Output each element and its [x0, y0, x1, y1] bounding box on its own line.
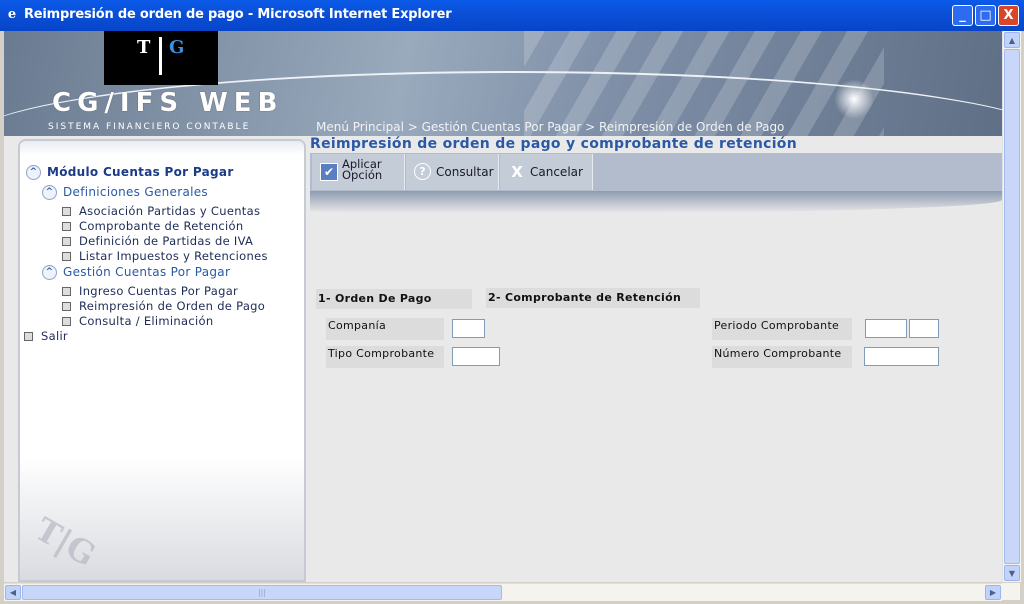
consult-button[interactable]: ? Consultar	[406, 154, 499, 190]
collapse-icon[interactable]: ^	[42, 265, 57, 280]
window-titlebar[interactable]: e Reimpresión de orden de pago - Microso…	[0, 0, 1024, 31]
brand-subtitle: SISTEMA FINANCIERO CONTABLE	[48, 122, 251, 132]
ie-icon: e	[7, 7, 17, 22]
sidebar-menu: ^ Módulo Cuentas Por Pagar ^ Definiciones …	[18, 139, 306, 582]
compania-input[interactable]	[452, 319, 485, 338]
tg-watermark-logo: T|G	[28, 509, 103, 575]
sidebar-section-gestion[interactable]: ^ Gestión Cuentas Por Pagar	[42, 265, 230, 280]
apply-option-button[interactable]: ✔ Aplicar Opción	[312, 154, 405, 190]
sidebar-item-consulta[interactable]: Consulta / Eliminación	[62, 314, 213, 328]
bullet-icon	[62, 317, 71, 326]
scroll-up-icon[interactable]: ▲	[1004, 32, 1020, 48]
sidebar-item-label: Listar Impuestos y Retenciones	[79, 249, 268, 263]
tipo-comprobante-label: Tipo Comprobante	[326, 346, 444, 368]
bullet-icon	[62, 237, 71, 246]
browser-content: T G CG/IFS WEB SISTEMA FINANCIERO CONTAB…	[4, 31, 1002, 582]
bullet-icon	[62, 207, 71, 216]
bullet-icon	[24, 332, 33, 341]
bullet-icon	[62, 287, 71, 296]
sidebar-module[interactable]: ^ Módulo Cuentas Por Pagar	[26, 165, 234, 180]
sidebar-item-comprobante[interactable]: Comprobante de Retención	[62, 219, 243, 233]
sidebar-item-label: Definición de Partidas de IVA	[79, 234, 254, 248]
logo-letter-g: G	[169, 37, 185, 58]
window-title: Reimpresión de orden de pago - Microsoft…	[24, 7, 452, 22]
sidebar-topbar	[20, 141, 304, 155]
scroll-down-icon[interactable]: ▼	[1004, 565, 1020, 581]
question-icon: ?	[414, 163, 431, 180]
horizontal-scroll-thumb[interactable]: |||	[22, 585, 502, 600]
sidebar-item-asociacion[interactable]: Asociación Partidas y Cuentas	[62, 204, 260, 218]
sidebar-item-label: Salir	[41, 329, 68, 343]
header-banner: T G CG/IFS WEB SISTEMA FINANCIERO CONTAB…	[4, 31, 1002, 136]
cancel-button[interactable]: X Cancelar	[500, 154, 593, 190]
sidebar-item-label: Ingreso Cuentas Por Pagar	[79, 284, 239, 298]
minimize-button[interactable]: _	[952, 5, 973, 26]
maximize-button[interactable]: □	[975, 5, 996, 26]
toolbar: ✔ Aplicar Opción ? Consultar X Cancelar	[310, 153, 1002, 191]
scrollbar-corner	[1002, 583, 1020, 600]
periodo-comprobante-label: Periodo Comprobante	[712, 318, 852, 340]
sidebar-section-label: Definiciones Generales	[63, 185, 208, 199]
bullet-icon	[62, 222, 71, 231]
collapse-icon[interactable]: ^	[26, 165, 41, 180]
sidebar-section-definiciones[interactable]: ^ Definiciones Generales	[42, 185, 208, 200]
sidebar-item-salir[interactable]: Salir	[24, 329, 68, 343]
sidebar-section-label: Gestión Cuentas Por Pagar	[63, 265, 231, 279]
vertical-scroll-thumb[interactable]	[1004, 49, 1020, 564]
sidebar-item-iva[interactable]: Definición de Partidas de IVA	[62, 234, 253, 248]
page-title: Reimpresión de orden de pago y comproban…	[310, 136, 797, 152]
numero-comprobante-input[interactable]	[864, 347, 939, 366]
tg-logo: T G	[104, 31, 218, 85]
tab-comprobante-retencion[interactable]: 2- Comprobante de Retención	[486, 288, 700, 308]
close-button[interactable]: X	[998, 5, 1019, 26]
toolbar-wave	[310, 191, 1002, 213]
horizontal-scrollbar[interactable]: ◀ ||| ▶	[4, 583, 1002, 601]
sidebar-item-label: Asociación Partidas y Cuentas	[79, 204, 261, 218]
sidebar-item-label: Comprobante de Retención	[79, 219, 244, 233]
scroll-left-icon[interactable]: ◀	[5, 585, 21, 600]
scroll-right-icon[interactable]: ▶	[985, 585, 1001, 600]
sidebar-item-label: Reimpresión de Orden de Pago	[79, 299, 266, 313]
breadcrumb: Menú Principal > Gestión Cuentas Por Pag…	[316, 120, 785, 134]
compania-label: Companía	[326, 318, 444, 340]
collapse-icon[interactable]: ^	[42, 185, 57, 200]
bullet-icon	[62, 252, 71, 261]
sidebar-item-ingreso[interactable]: Ingreso Cuentas Por Pagar	[62, 284, 238, 298]
tipo-comprobante-input[interactable]	[452, 347, 500, 366]
numero-comprobante-label: Número Comprobante	[712, 346, 852, 368]
consult-label: Consultar	[436, 165, 494, 179]
logo-divider	[159, 37, 162, 75]
bullet-icon	[62, 302, 71, 311]
cancel-label: Cancelar	[530, 165, 583, 179]
logo-letter-t: T	[137, 37, 151, 58]
vertical-scrollbar[interactable]: ▲ ▼	[1002, 31, 1021, 582]
tab-orden-de-pago[interactable]: 1- Orden De Pago	[316, 289, 472, 309]
apply-option-label: Aplicar Opción	[342, 157, 383, 182]
sidebar-module-label: Módulo Cuentas Por Pagar	[47, 165, 234, 179]
periodo-input-1[interactable]	[865, 319, 907, 338]
x-icon: X	[511, 163, 523, 181]
brand-name: CG/IFS WEB	[52, 88, 284, 118]
sidebar-item-impuestos[interactable]: Listar Impuestos y Retenciones	[62, 249, 268, 263]
sidebar-item-label: Consulta / Eliminación	[79, 314, 214, 328]
periodo-input-2[interactable]	[909, 319, 939, 338]
sidebar-item-reimpresion[interactable]: Reimpresión de Orden de Pago	[62, 299, 265, 313]
checkbox-icon: ✔	[320, 163, 338, 181]
banner-glow	[834, 79, 874, 119]
